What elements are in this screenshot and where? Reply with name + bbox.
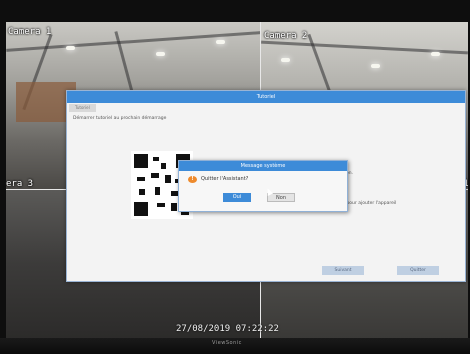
warning-icon: ! [188,176,197,183]
tab-tutorial[interactable]: Tutoriel [69,104,96,112]
startup-tutorial-checkbox[interactable]: Démarrer tutoriel au prochain démarrage [73,116,166,121]
yes-button[interactable]: Oui [223,193,251,202]
qr-module [137,177,145,181]
qr-module [165,175,171,183]
qr-module [139,189,145,195]
tutorial-info-line-2: le pour ajouter l'appareil [341,201,397,206]
camera-2-label: Camera 2 [264,31,308,41]
monitor-brand: ViewSonic [212,340,242,346]
qr-module [151,173,159,178]
dialog-message: Quitter l'Assistant? [201,176,249,182]
qr-module [157,203,165,207]
camera-3-label: era 3 [6,179,34,189]
system-message-dialog: Message système ! Quitter l'Assistant? O… [178,160,348,212]
camera-1-label: Camera 1 [8,27,52,37]
ceiling-lamp [431,52,440,56]
next-button[interactable]: Suivant [322,266,364,275]
dialog-title: Message système [179,161,347,171]
qr-finder [134,154,148,168]
qr-module [153,157,159,161]
ceiling-lamp [156,52,165,56]
ceiling-lamp [371,64,380,68]
qr-module [161,163,166,169]
ceiling-lamp [216,40,225,44]
osd-timestamp: 27/08/2019 07:22:22 [176,324,279,334]
ceiling-lamp [66,46,75,50]
qr-module [171,203,177,211]
ceiling-lamp [281,58,290,62]
no-button[interactable]: Non [267,193,295,202]
tutorial-title: Tutoriel [67,91,465,103]
quit-button[interactable]: Quitter [397,266,439,275]
qr-module [155,187,160,195]
qr-finder [134,202,148,216]
